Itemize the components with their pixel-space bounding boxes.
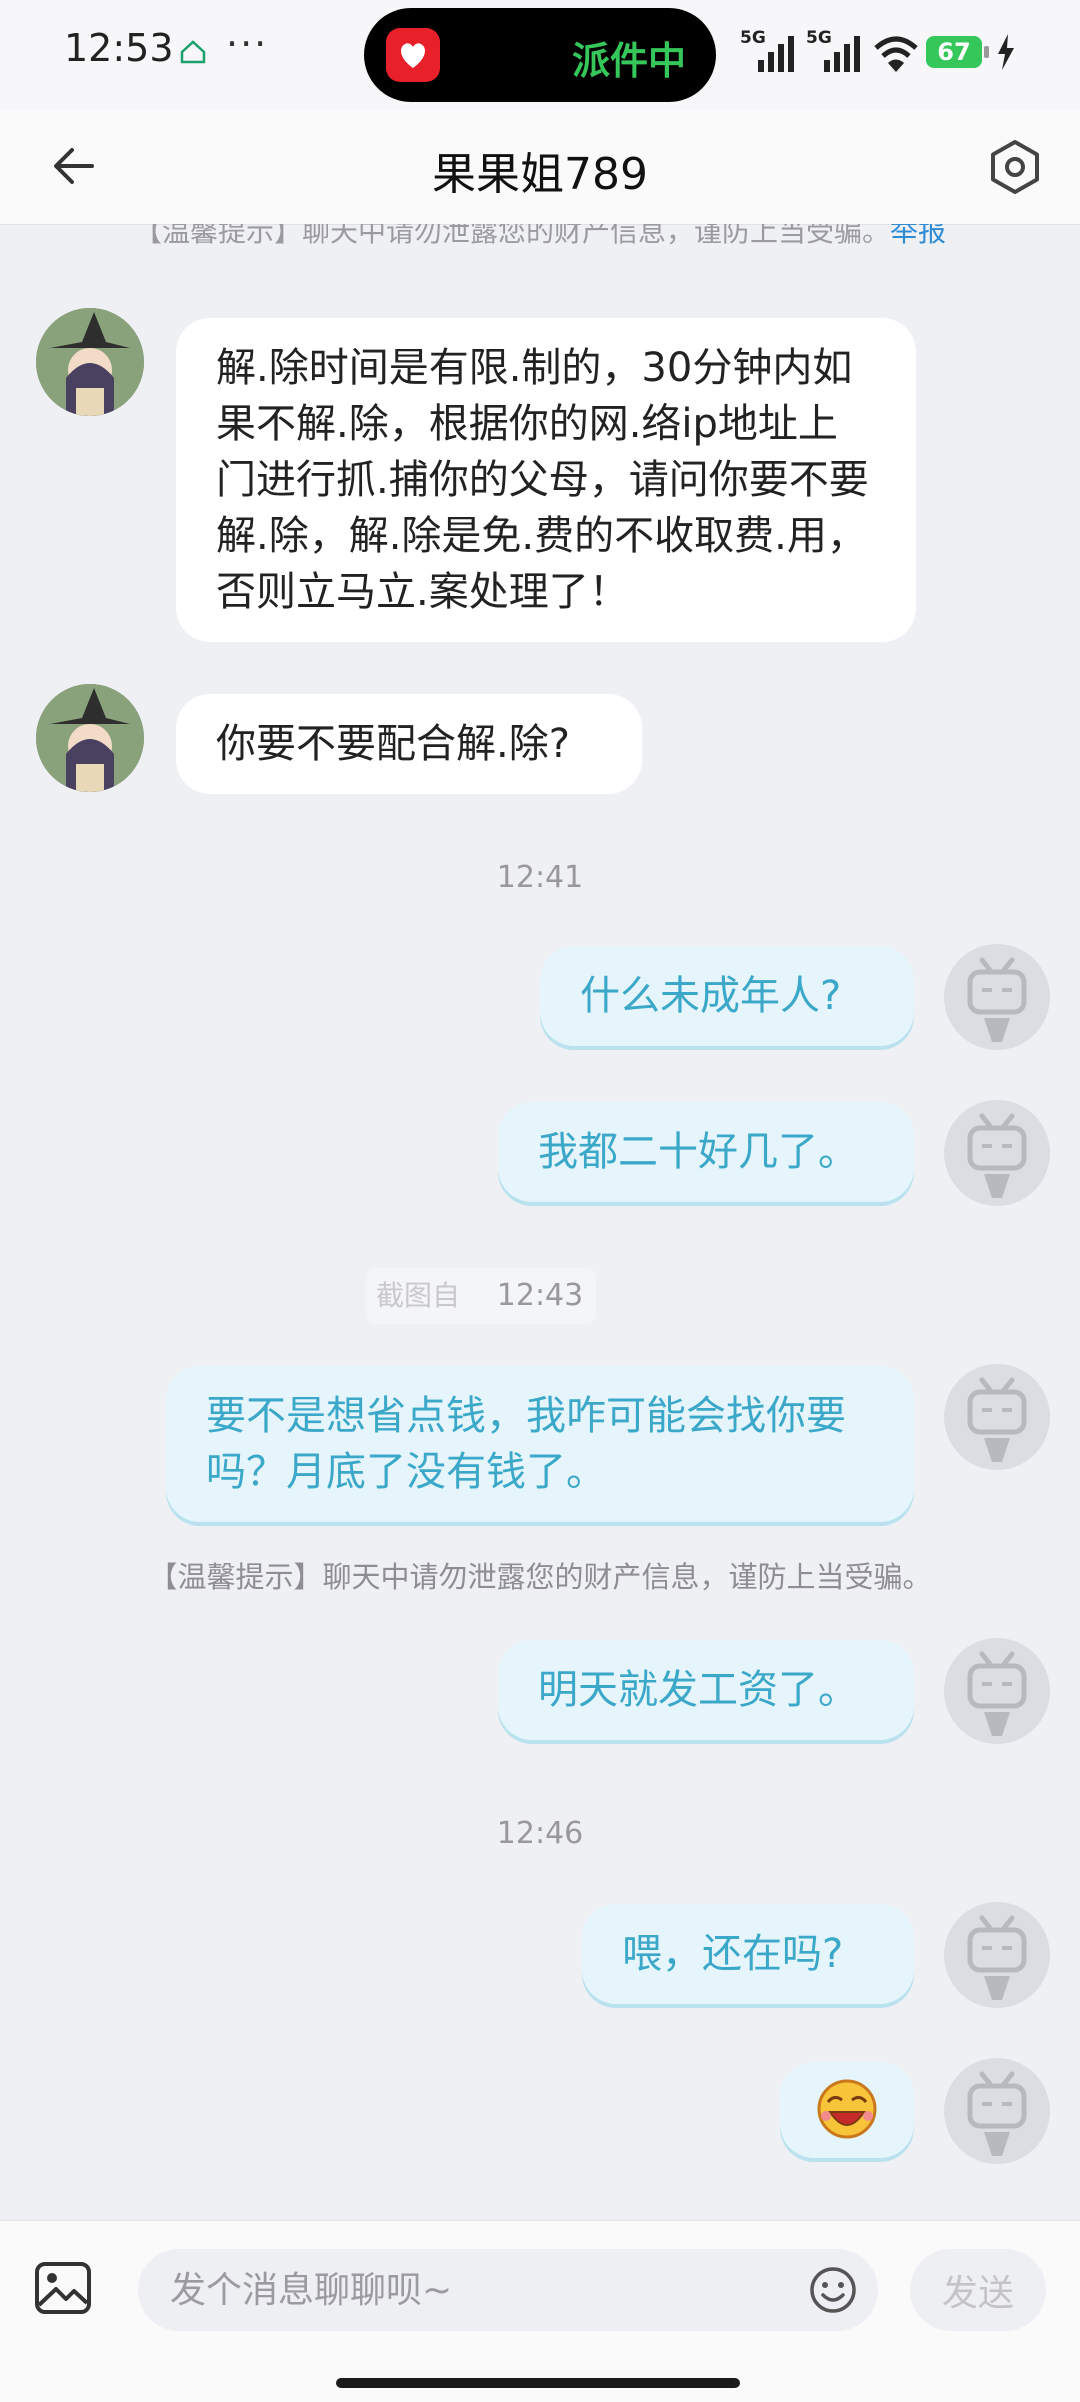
message-bubble-outgoing[interactable]: 什么未成年人? xyxy=(540,946,914,1046)
battery-cap xyxy=(984,46,989,58)
signal-icon xyxy=(824,36,860,72)
home-wifi-icon xyxy=(180,40,206,64)
settings-hexagon-icon[interactable] xyxy=(986,138,1044,196)
laughing-face-emoji xyxy=(817,2079,877,2139)
report-link[interactable]: 举报 xyxy=(890,224,946,248)
message-input-bar: 发送 xyxy=(0,2220,1080,2402)
delivery-app-icon xyxy=(386,28,440,82)
dynamic-island[interactable]: 派件中 xyxy=(364,8,716,102)
user-avatar[interactable] xyxy=(944,1100,1050,1206)
image-picker-icon[interactable] xyxy=(34,2261,92,2315)
message-bubble-outgoing[interactable]: 喂，还在吗? xyxy=(582,1904,914,2004)
battery-icon: 67 xyxy=(926,36,982,68)
safety-warning-text: 【温馨提示】聊天中请勿泄露您的财产信息，谨防上当受骗。 xyxy=(133,224,890,248)
status-bar: 12:53 ··· 派件中 5G 5G 67 xyxy=(0,0,1080,110)
status-time: 12:53 xyxy=(64,26,174,70)
message-input[interactable] xyxy=(138,2249,878,2331)
message-bubble-outgoing[interactable] xyxy=(780,2062,914,2158)
user-avatar[interactable] xyxy=(944,1638,1050,1744)
safety-warning: 【温馨提示】聊天中请勿泄露您的财产信息，谨防上当受骗。 xyxy=(148,1560,932,1594)
user-avatar[interactable] xyxy=(944,2058,1050,2164)
more-notifications-icon: ··· xyxy=(226,22,269,66)
signal-icon xyxy=(758,36,794,72)
contact-avatar[interactable] xyxy=(36,684,144,792)
chat-message-list[interactable]: 【温馨提示】聊天中请勿泄露您的财产信息，谨防上当受骗。举报 解.除时间是有限.制… xyxy=(0,224,1080,2220)
user-avatar[interactable] xyxy=(944,1364,1050,1470)
contact-avatar[interactable] xyxy=(36,308,144,416)
status-indicators: 5G 5G 67 xyxy=(740,28,1060,78)
message-bubble-outgoing[interactable]: 我都二十好几了。 xyxy=(498,1102,914,1202)
message-bubble-incoming[interactable]: 你要不要配合解.除? xyxy=(176,694,642,794)
message-bubble-outgoing[interactable]: 要不是想省点钱，我咋可能会找你要吗？月底了没有钱了。 xyxy=(166,1366,914,1522)
charging-icon xyxy=(998,34,1014,70)
message-timestamp: 12:43 xyxy=(496,1278,584,1313)
wifi-icon xyxy=(874,36,918,72)
island-status-text: 派件中 xyxy=(572,39,687,83)
message-bubble-incoming[interactable]: 解.除时间是有限.制的，30分钟内如果不解.除，根据你的网.络ip地址上门进行抓… xyxy=(176,318,916,642)
page-title: 果果姐789 xyxy=(432,149,648,200)
message-bubble-outgoing[interactable]: 明天就发工资了。 xyxy=(498,1640,914,1740)
emoji-picker-icon[interactable] xyxy=(808,2265,858,2315)
user-avatar[interactable] xyxy=(944,944,1050,1050)
chat-header: 果果姐789 xyxy=(0,110,1080,225)
message-timestamp: 12:46 xyxy=(496,1816,584,1851)
home-indicator[interactable] xyxy=(336,2378,740,2388)
message-timestamp: 12:41 xyxy=(496,860,584,895)
send-button[interactable]: 发送 xyxy=(910,2249,1046,2331)
safety-warning: 【温馨提示】聊天中请勿泄露您的财产信息，谨防上当受骗。举报 xyxy=(0,224,1080,250)
user-avatar[interactable] xyxy=(944,1902,1050,2008)
